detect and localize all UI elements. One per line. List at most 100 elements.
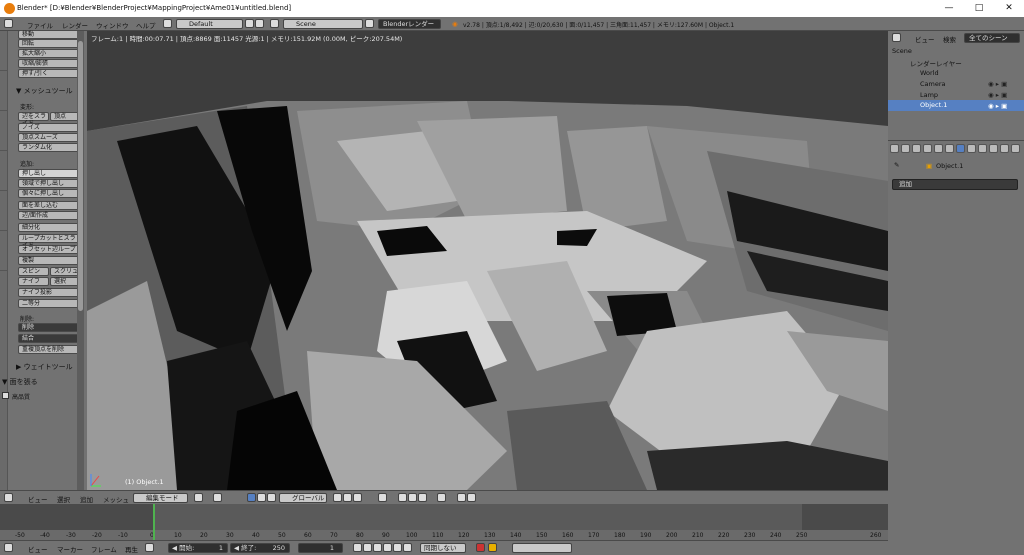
tab-animation[interactable] — [0, 151, 8, 191]
play-reverse-icon[interactable] — [373, 543, 382, 552]
start-frame-field[interactable]: ◀ 開始: 1 — [168, 543, 228, 553]
translate-manip-icon[interactable] — [257, 493, 266, 502]
record-icon[interactable] — [476, 543, 485, 552]
menu-marker[interactable]: マーカー — [57, 544, 83, 554]
visibility-eye-icon[interactable]: ◉ ▸ ▣ — [988, 91, 1007, 99]
menu-view[interactable]: ビュー — [28, 494, 48, 504]
render-image-icon[interactable] — [467, 493, 476, 502]
pin-icon[interactable]: ✎ — [894, 161, 899, 169]
world-props-icon[interactable] — [923, 144, 932, 153]
layers-props-icon[interactable] — [901, 144, 910, 153]
inset-button[interactable]: 面を差し込む — [18, 201, 81, 210]
edge-select-icon[interactable] — [353, 493, 362, 502]
tool-push-pull-button[interactable]: 押す/引く — [18, 69, 81, 78]
constraints-props-icon[interactable] — [945, 144, 954, 153]
tab-grease-pencil[interactable] — [0, 231, 8, 271]
tool-shelf-scrollbar[interactable] — [77, 31, 84, 490]
tab-physics[interactable] — [0, 191, 8, 231]
render-preview-icon[interactable] — [437, 493, 446, 502]
remove-doubles-button[interactable]: 重複頂点を削除 — [18, 345, 81, 354]
preview-range-icon[interactable] — [145, 543, 154, 552]
scene-icon[interactable] — [270, 19, 279, 28]
tool-scale-button[interactable]: 拡大縮小 — [18, 49, 81, 58]
loop-cut-button[interactable]: ループカットとスライド — [18, 234, 81, 249]
material-props-icon[interactable] — [978, 144, 987, 153]
orientation-selector[interactable]: グローバル — [279, 493, 327, 503]
noise-button[interactable]: ノイズ — [18, 123, 81, 132]
render-props-icon[interactable] — [890, 144, 899, 153]
proportional-edit-icon[interactable] — [378, 493, 387, 502]
frame-ruler[interactable]: -50 -40 -30 -20 -10 0 10 20 30 40 50 60 … — [0, 530, 888, 540]
outliner-item-lamp[interactable]: Lamp — [920, 91, 938, 99]
tab-tools[interactable] — [0, 31, 8, 71]
active-keying-set-field[interactable] — [512, 543, 572, 553]
menu-window[interactable]: ウィンドウ — [96, 20, 129, 30]
menu-help[interactable]: ヘルプ — [136, 20, 156, 30]
layout-icon[interactable] — [163, 19, 172, 28]
jump-start-icon[interactable] — [353, 543, 362, 552]
make-edge-face-button[interactable]: 辺/面作成 — [18, 211, 81, 220]
add-layout-icon[interactable] — [245, 19, 254, 28]
extrude-region-button[interactable]: 領域で押し出し — [18, 179, 81, 188]
menu-frame[interactable]: フレーム — [91, 544, 117, 554]
rotate-manip-icon[interactable] — [267, 493, 276, 502]
offset-edge-loop-button[interactable]: オフセット辺ループ — [18, 245, 81, 254]
knife-button[interactable]: ナイフ — [18, 277, 49, 286]
modifier-props-icon[interactable] — [956, 144, 965, 153]
minimize-button[interactable]: — — [934, 0, 964, 17]
layer-icon[interactable] — [333, 493, 342, 502]
data-props-icon[interactable] — [967, 144, 976, 153]
menu-playback[interactable]: 再生 — [125, 544, 138, 554]
knife-project-button[interactable]: ナイフ投影 — [18, 288, 81, 297]
visibility-eye-icon[interactable]: ◉ ▸ ▣ — [988, 102, 1007, 110]
jump-keyframe-forward-icon[interactable] — [393, 543, 402, 552]
snap-element-icon[interactable] — [408, 493, 417, 502]
jump-keyframe-back-icon[interactable] — [363, 543, 372, 552]
add-modifier-dropdown[interactable]: 追加 — [892, 179, 1018, 190]
physics-props-icon[interactable] — [1011, 144, 1020, 153]
outliner-menu-view[interactable]: ビュー — [915, 34, 935, 44]
close-button[interactable]: ✕ — [994, 0, 1024, 17]
end-frame-field[interactable]: ◀ 終了: 250 — [230, 543, 290, 553]
menu-render[interactable]: レンダー — [62, 20, 88, 30]
vertex-select-icon[interactable] — [343, 493, 352, 502]
edge-slide-button[interactable]: 辺をスライド — [18, 112, 49, 127]
mesh-tools-header[interactable]: ▼ メッシュツール — [16, 86, 73, 96]
randomize-button[interactable]: ランダム化 — [18, 143, 81, 152]
particles-props-icon[interactable] — [1000, 144, 1009, 153]
subdivide-button[interactable]: 細分化 — [18, 223, 81, 232]
smooth-vertex-button[interactable]: 頂点スムーズ — [18, 133, 81, 142]
outliner-item-render-layers[interactable]: レンダーレイヤー — [910, 58, 962, 68]
editor-type-icon[interactable] — [4, 543, 13, 552]
outliner-item-scene[interactable]: Scene — [892, 47, 912, 55]
scene-props-icon[interactable] — [912, 144, 921, 153]
timeline-editor[interactable]: -50 -40 -30 -20 -10 0 10 20 30 40 50 60 … — [0, 504, 888, 540]
snap-target-icon[interactable] — [418, 493, 427, 502]
tab-create[interactable] — [0, 71, 8, 111]
shading-icon[interactable] — [194, 493, 203, 502]
scene-selector[interactable]: Scene — [283, 19, 363, 29]
merge-dropdown[interactable]: 結合 — [18, 334, 81, 343]
menu-file[interactable]: ファイル — [27, 20, 53, 30]
jump-end-icon[interactable] — [403, 543, 412, 552]
keying-set-icon[interactable] — [488, 543, 497, 552]
visibility-eye-icon[interactable]: ◉ ▸ ▣ — [988, 80, 1007, 88]
scrollbar-thumb[interactable] — [78, 41, 83, 311]
tool-rotate-button[interactable]: 回転 — [18, 39, 81, 48]
render-engine-selector[interactable]: Blenderレンダー — [378, 19, 441, 29]
timeline-playhead[interactable] — [153, 504, 155, 540]
editor-type-icon[interactable] — [892, 33, 901, 42]
duplicate-button[interactable]: 複製 — [18, 256, 81, 265]
3d-viewport[interactable]: フレーム:1 | 時間:00:07.71 | 頂点:8869 面:11457 光… — [87, 31, 888, 490]
beauty-checkbox[interactable] — [2, 392, 9, 399]
pivot-icon[interactable] — [213, 493, 222, 502]
menu-view[interactable]: ビュー — [28, 544, 48, 554]
menu-add[interactable]: 追加 — [80, 494, 93, 504]
manipulator-icon[interactable] — [247, 493, 256, 502]
outliner-item-camera[interactable]: Camera — [920, 80, 946, 88]
mode-selector[interactable]: 編集モード — [133, 493, 188, 503]
add-scene-icon[interactable] — [365, 19, 374, 28]
editor-type-icon[interactable] — [4, 493, 13, 502]
maximize-button[interactable]: □ — [964, 0, 994, 17]
extrude-button[interactable]: 押し出し — [18, 169, 81, 178]
